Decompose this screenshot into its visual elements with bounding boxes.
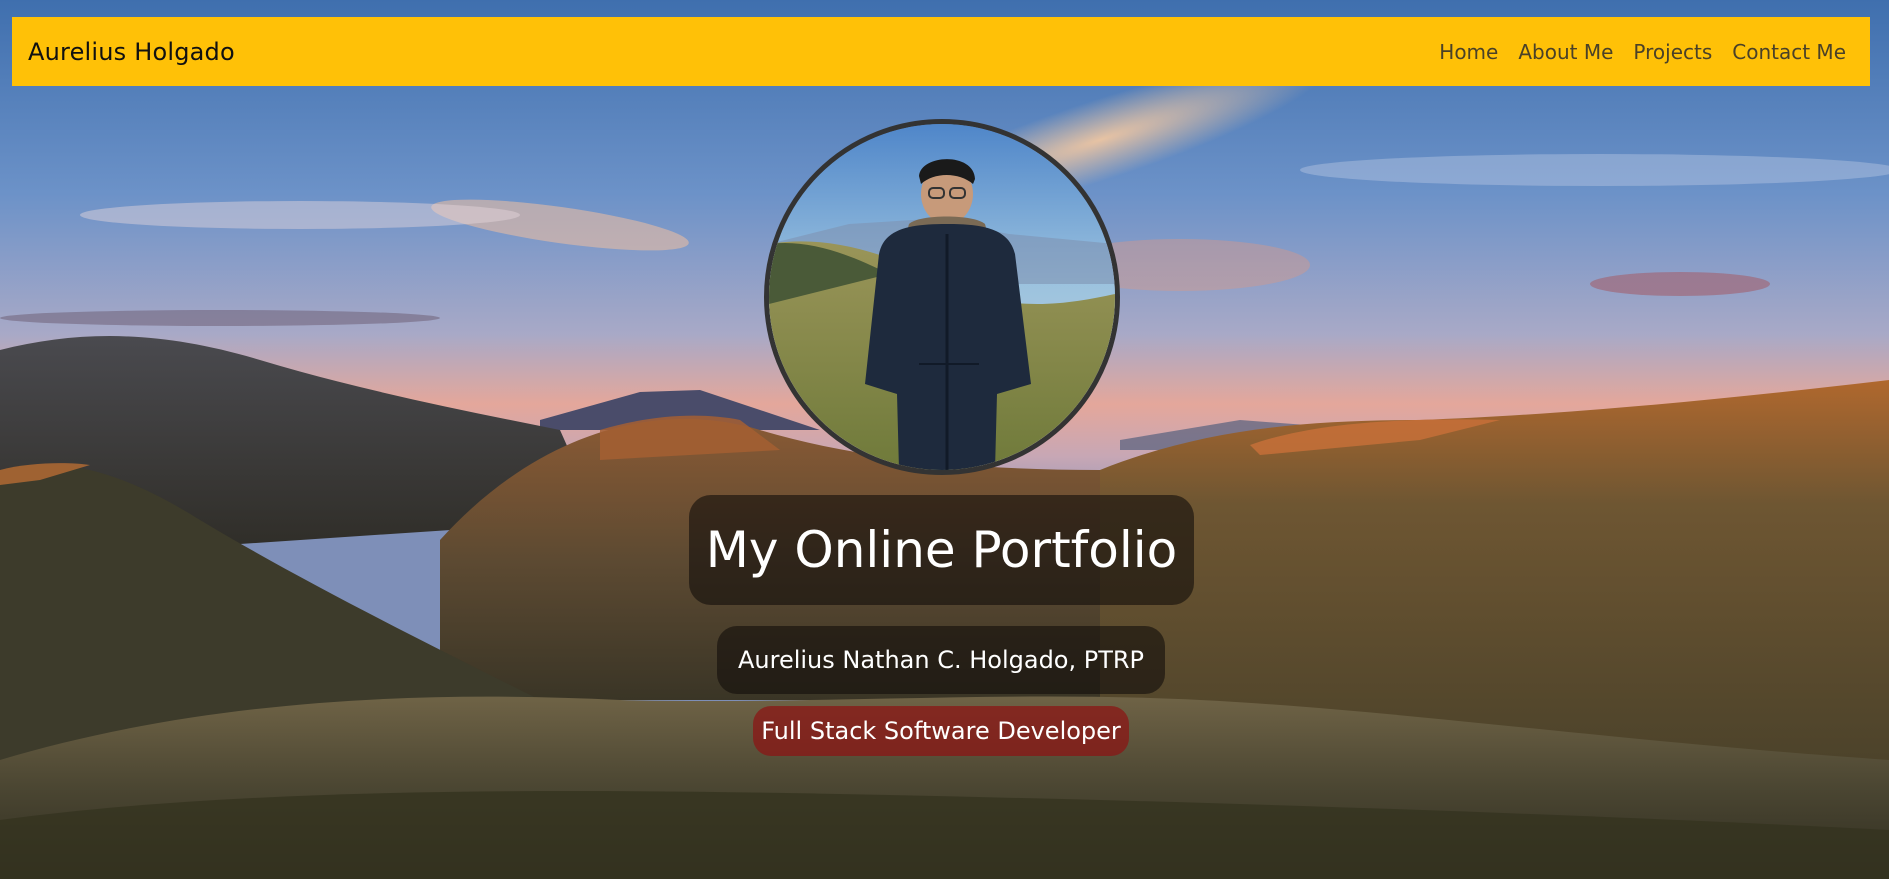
nav-links: Home About Me Projects Contact Me — [1439, 40, 1846, 64]
nav-link-contact-me[interactable]: Contact Me — [1732, 40, 1846, 64]
hero-title: My Online Portfolio — [689, 495, 1194, 605]
profile-avatar — [764, 119, 1120, 475]
nav-link-home[interactable]: Home — [1439, 40, 1498, 64]
profile-photo-icon — [769, 124, 1115, 470]
hero-role-badge: Full Stack Software Developer — [753, 706, 1129, 756]
page: Aurelius Holgado Home About Me Projects … — [0, 0, 1889, 879]
nav-link-projects[interactable]: Projects — [1633, 40, 1712, 64]
top-navbar: Aurelius Holgado Home About Me Projects … — [12, 17, 1870, 86]
brand-link[interactable]: Aurelius Holgado — [28, 38, 235, 66]
hero-name: Aurelius Nathan C. Holgado, PTRP — [717, 626, 1165, 694]
nav-link-about-me[interactable]: About Me — [1518, 40, 1613, 64]
